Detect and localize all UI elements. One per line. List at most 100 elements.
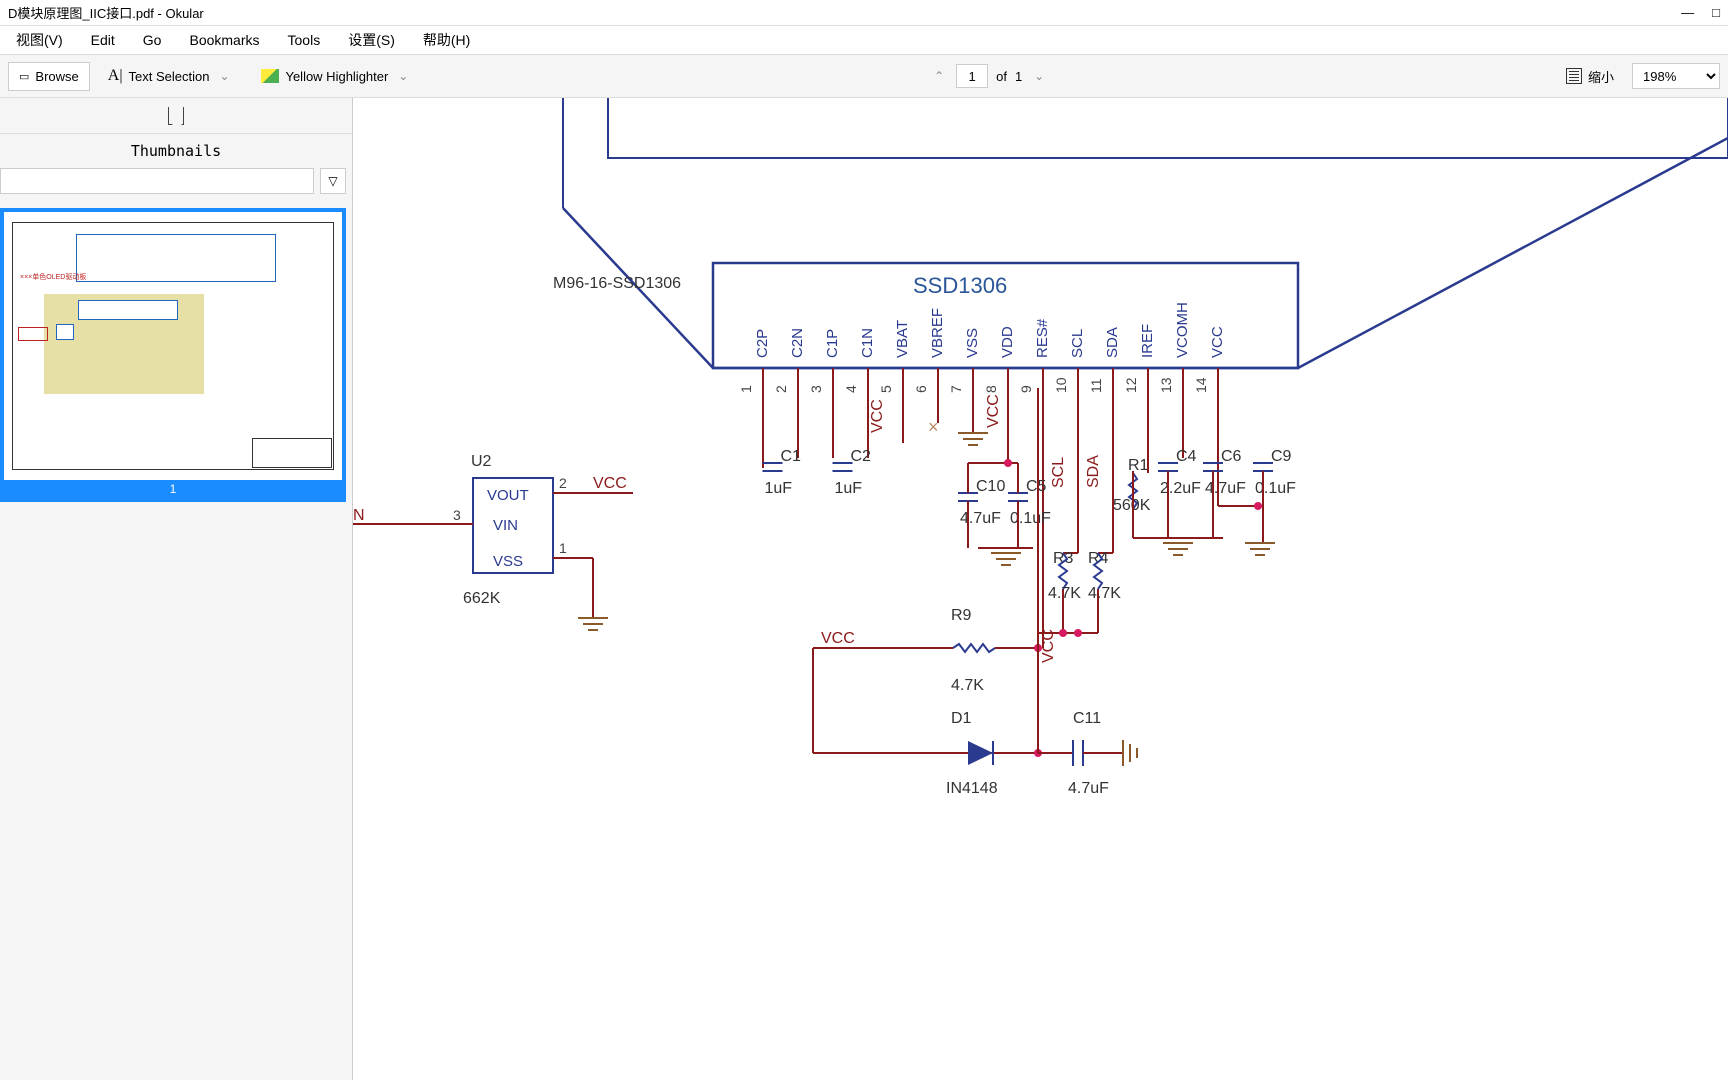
svg-text:2.2uF: 2.2uF — [1160, 480, 1201, 497]
svg-text:6: 6 — [913, 385, 929, 393]
svg-text:R9: R9 — [951, 607, 972, 624]
svg-text:SSD1306: SSD1306 — [913, 273, 1007, 298]
menu-edit[interactable]: Edit — [79, 28, 127, 52]
page-up-button[interactable]: ⌃ — [930, 69, 948, 83]
svg-text:VCC: VCC — [821, 630, 855, 647]
text-selection-icon: A| — [108, 67, 123, 85]
svg-text:R1: R1 — [1128, 457, 1149, 474]
svg-text:VOUT: VOUT — [487, 487, 529, 504]
highlighter-icon — [261, 69, 279, 83]
browse-button[interactable]: ▭ Browse — [8, 62, 90, 91]
page-number-input[interactable] — [956, 64, 988, 88]
svg-text:4: 4 — [843, 385, 859, 393]
schematic-drawing: M96-16-SSD1306 SSD1306 C2P1C2N2C1P3C1N4V… — [353, 98, 1728, 1080]
svg-text:VCC: VCC — [985, 394, 1002, 428]
minimize-button[interactable]: — — [1681, 5, 1694, 20]
thumbnail-search-input[interactable] — [0, 168, 314, 194]
svg-text:C10: C10 — [976, 478, 1005, 495]
menu-bar: 视图(V) Edit Go Bookmarks Tools 设置(S) 帮助(H… — [0, 26, 1728, 54]
svg-text:C1N: C1N — [859, 328, 876, 358]
menu-settings[interactable]: 设置(S) — [336, 26, 407, 54]
svg-text:SDA: SDA — [1104, 327, 1121, 358]
svg-text:C6: C6 — [1221, 448, 1242, 465]
chevron-down-icon: ⌄ — [215, 69, 233, 83]
browse-icon: ▭ — [19, 70, 29, 83]
text-selection-button[interactable]: A| Text Selection ⌄ — [98, 61, 244, 91]
svg-text:0.1uF: 0.1uF — [1255, 480, 1296, 497]
svg-text:4.7uF: 4.7uF — [1068, 780, 1109, 797]
svg-text:VCC: VCC — [1040, 629, 1057, 663]
menu-tools[interactable]: Tools — [276, 28, 333, 52]
svg-text:12: 12 — [1123, 377, 1139, 393]
svg-text:VCOMH: VCOMH — [1174, 302, 1191, 358]
svg-text:D1: D1 — [951, 710, 972, 727]
svg-text:N: N — [353, 507, 365, 524]
svg-text:VIN: VIN — [493, 517, 518, 534]
svg-text:4.7K: 4.7K — [1088, 585, 1121, 602]
filter-icon: ▽ — [328, 174, 337, 188]
svg-text:C2P: C2P — [754, 329, 771, 358]
svg-text:1uF: 1uF — [835, 480, 863, 497]
sidebar-tab-bookmarks[interactable] — [0, 98, 352, 134]
svg-text:14: 14 — [1193, 377, 1209, 393]
maximize-button[interactable]: □ — [1712, 5, 1720, 20]
svg-text:4.7K: 4.7K — [1048, 585, 1081, 602]
svg-text:SDA: SDA — [1085, 455, 1102, 488]
svg-text:560K: 560K — [1113, 497, 1151, 514]
svg-text:10: 10 — [1053, 377, 1069, 393]
title-bar: D模块原理图_IIC接口.pdf - Okular — □ — [0, 0, 1728, 26]
page-down-button[interactable]: ⌄ — [1030, 69, 1048, 83]
svg-text:VDD: VDD — [999, 326, 1016, 358]
svg-text:3: 3 — [453, 507, 461, 523]
sidebar: Thumbnails ▽ ×××单色OLED驱动板 1 — [0, 98, 353, 1080]
svg-text:5: 5 — [878, 385, 894, 393]
svg-text:SCL: SCL — [1050, 457, 1067, 488]
svg-text:C9: C9 — [1271, 448, 1292, 465]
svg-text:RES#: RES# — [1034, 318, 1051, 358]
svg-text:1uF: 1uF — [765, 480, 793, 497]
svg-text:SCL: SCL — [1069, 329, 1086, 358]
svg-text:IN4148: IN4148 — [946, 780, 998, 797]
svg-text:C2N: C2N — [789, 328, 806, 358]
thumbnail-preview: ×××单色OLED驱动板 — [4, 212, 342, 480]
page-navigation: ⌃ of 1 ⌄ — [930, 64, 1048, 88]
svg-text:3: 3 — [808, 385, 824, 393]
svg-text:8: 8 — [983, 385, 999, 393]
svg-text:VSS: VSS — [493, 553, 523, 570]
svg-text:×: × — [928, 417, 939, 437]
svg-text:4.7uF: 4.7uF — [960, 510, 1001, 527]
svg-text:0.1uF: 0.1uF — [1010, 510, 1051, 527]
filter-button[interactable]: ▽ — [320, 168, 346, 194]
svg-text:13: 13 — [1158, 377, 1174, 393]
svg-text:VBREF: VBREF — [929, 308, 946, 358]
window-title: D模块原理图_IIC接口.pdf - Okular — [8, 3, 1681, 22]
svg-text:VBAT: VBAT — [894, 320, 911, 358]
thumbnail-page-number: 1 — [4, 480, 342, 498]
zoom-out-icon — [1566, 68, 1582, 84]
svg-text:VCC: VCC — [593, 475, 627, 492]
svg-text:C11: C11 — [1073, 710, 1101, 727]
svg-text:C4: C4 — [1176, 448, 1197, 465]
thumbnail-page-1[interactable]: ×××单色OLED驱动板 1 — [0, 208, 346, 502]
svg-text:VCC: VCC — [869, 399, 886, 433]
zoom-out-button[interactable]: 缩小 — [1556, 61, 1624, 92]
svg-text:2: 2 — [773, 385, 789, 393]
svg-text:11: 11 — [1088, 378, 1104, 393]
svg-text:IREF: IREF — [1139, 324, 1156, 358]
svg-text:1: 1 — [559, 540, 567, 556]
svg-text:9: 9 — [1018, 385, 1034, 393]
menu-bookmarks[interactable]: Bookmarks — [177, 28, 271, 52]
toolbar: ▭ Browse A| Text Selection ⌄ Yellow High… — [0, 54, 1728, 98]
svg-text:R3: R3 — [1053, 550, 1074, 567]
document-viewport[interactable]: M96-16-SSD1306 SSD1306 C2P1C2N2C1P3C1N4V… — [353, 98, 1728, 1080]
chevron-down-icon: ⌄ — [394, 69, 412, 83]
menu-view[interactable]: 视图(V) — [4, 26, 75, 54]
yellow-highlighter-button[interactable]: Yellow Highlighter ⌄ — [251, 63, 422, 90]
svg-text:4.7uF: 4.7uF — [1205, 480, 1246, 497]
svg-text:VCC: VCC — [1209, 326, 1226, 358]
page-of-label: of — [996, 69, 1007, 84]
svg-text:C5: C5 — [1026, 478, 1047, 495]
menu-help[interactable]: 帮助(H) — [411, 26, 482, 54]
zoom-level-select[interactable]: 198% — [1632, 63, 1720, 89]
menu-go[interactable]: Go — [131, 28, 174, 52]
